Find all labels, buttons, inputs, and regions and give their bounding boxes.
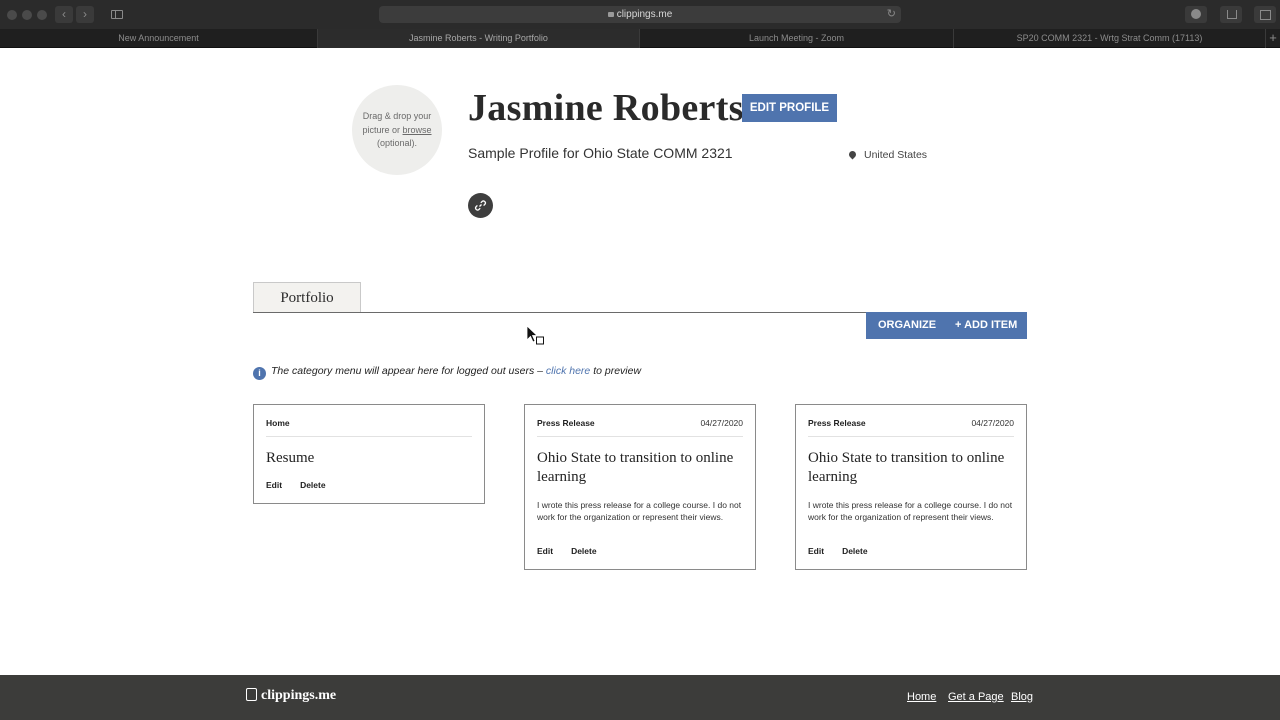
info-text: The category menu will appear here for l… xyxy=(271,365,543,377)
url-text: clippings.me xyxy=(616,9,673,20)
delete-button[interactable]: Delete xyxy=(842,546,868,556)
portfolio-card[interactable]: Press Release 04/27/2020 Ohio State to t… xyxy=(524,404,756,570)
address-bar[interactable]: clippings.me ↻ xyxy=(379,6,901,23)
card-title[interactable]: Ohio State to transition to online learn… xyxy=(808,449,1014,487)
footer-link-home[interactable]: Home xyxy=(907,691,936,703)
portfolio-card[interactable]: Press Release 04/27/2020 Ohio State to t… xyxy=(795,404,1027,570)
sidebar-toggle-icon[interactable] xyxy=(106,6,128,23)
delete-button[interactable]: Delete xyxy=(300,480,326,490)
card-description: I wrote this press release for a college… xyxy=(808,500,1013,522)
footer-link-get-a-page[interactable]: Get a Page xyxy=(948,691,1004,703)
link-icon[interactable] xyxy=(468,193,493,218)
portfolio-card[interactable]: Home Resume Edit Delete xyxy=(253,404,485,504)
card-divider xyxy=(808,436,1014,437)
card-date: 04/27/2020 xyxy=(971,418,1014,428)
avatar-dropzone[interactable]: Drag & drop your picture or browse (opti… xyxy=(352,85,442,175)
tab-bar: New Announcement Jasmine Roberts - Writi… xyxy=(0,29,1280,48)
minimize-window-button[interactable] xyxy=(22,10,32,20)
footer-link-blog[interactable]: Blog xyxy=(1011,691,1033,703)
card-actions: Edit Delete xyxy=(537,546,615,556)
card-category: Press Release xyxy=(808,418,866,428)
card-divider xyxy=(537,436,743,437)
preview-link[interactable]: click here xyxy=(546,365,590,377)
profile-name: Jasmine Roberts xyxy=(468,87,744,129)
profile-location: United States xyxy=(847,149,928,161)
footer-logo-text: clippings.me xyxy=(261,688,337,703)
tab-portfolio[interactable]: Portfolio xyxy=(253,282,361,313)
edit-button[interactable]: Edit xyxy=(537,546,553,556)
tab-new-announcement[interactable]: New Announcement xyxy=(0,29,318,48)
info-icon: i xyxy=(253,367,266,380)
tab-overview-icon[interactable] xyxy=(1254,6,1276,23)
card-actions: Edit Delete xyxy=(808,546,886,556)
organize-button[interactable]: ORGANIZE xyxy=(878,312,936,339)
location-text: United States xyxy=(864,149,928,161)
card-description: I wrote this press release for a college… xyxy=(537,500,742,522)
avatar-text-line1: Drag & drop your xyxy=(362,111,432,121)
add-item-button[interactable]: + ADD ITEM xyxy=(955,312,1017,339)
close-window-button[interactable] xyxy=(7,10,17,20)
card-actions: Edit Delete xyxy=(266,480,344,490)
site-footer: clippings.me Home Get a Page Blog xyxy=(0,675,1280,720)
category-menu-notice: i The category menu will appear here for … xyxy=(253,365,641,380)
footer-logo[interactable]: clippings.me xyxy=(246,688,336,704)
clippings-logo-icon xyxy=(246,688,257,701)
downloads-icon[interactable] xyxy=(1185,6,1207,23)
card-date: 04/27/2020 xyxy=(700,418,743,428)
card-category: Press Release xyxy=(537,418,595,428)
avatar-text-line2: picture or xyxy=(362,124,400,135)
card-title[interactable]: Resume xyxy=(266,449,472,468)
card-category: Home xyxy=(266,418,290,428)
card-title[interactable]: Ohio State to transition to online learn… xyxy=(537,449,743,487)
tab-course[interactable]: SP20 COMM 2321 - Wrtg Strat Comm (17113) xyxy=(954,29,1266,48)
zoom-window-button[interactable] xyxy=(37,10,47,20)
new-tab-button[interactable]: + xyxy=(1266,29,1280,48)
lock-icon xyxy=(607,12,614,17)
browse-link[interactable]: browse xyxy=(403,125,432,135)
info-suffix: to preview xyxy=(593,365,642,377)
tab-writing-portfolio[interactable]: Jasmine Roberts - Writing Portfolio xyxy=(318,29,640,48)
profile-subtitle: Sample Profile for Ohio State COMM 2321 xyxy=(468,145,733,161)
edit-profile-button[interactable]: EDIT PROFILE xyxy=(742,94,837,122)
avatar-text-line3: (optional). xyxy=(376,138,418,148)
share-icon[interactable] xyxy=(1220,6,1242,23)
tab-zoom-meeting[interactable]: Launch Meeting - Zoom xyxy=(640,29,954,48)
portfolio-actions: ORGANIZE + ADD ITEM xyxy=(866,312,1027,339)
forward-icon[interactable]: › xyxy=(76,6,94,23)
reload-icon[interactable]: ↻ xyxy=(887,6,896,23)
tab-divider xyxy=(253,312,866,313)
browser-toolbar: ‹ › clippings.me ↻ xyxy=(0,0,1280,29)
edit-button[interactable]: Edit xyxy=(266,480,282,490)
edit-button[interactable]: Edit xyxy=(808,546,824,556)
location-pin-icon xyxy=(847,149,858,160)
back-icon[interactable]: ‹ xyxy=(55,6,73,23)
card-divider xyxy=(266,436,472,437)
delete-button[interactable]: Delete xyxy=(571,546,597,556)
